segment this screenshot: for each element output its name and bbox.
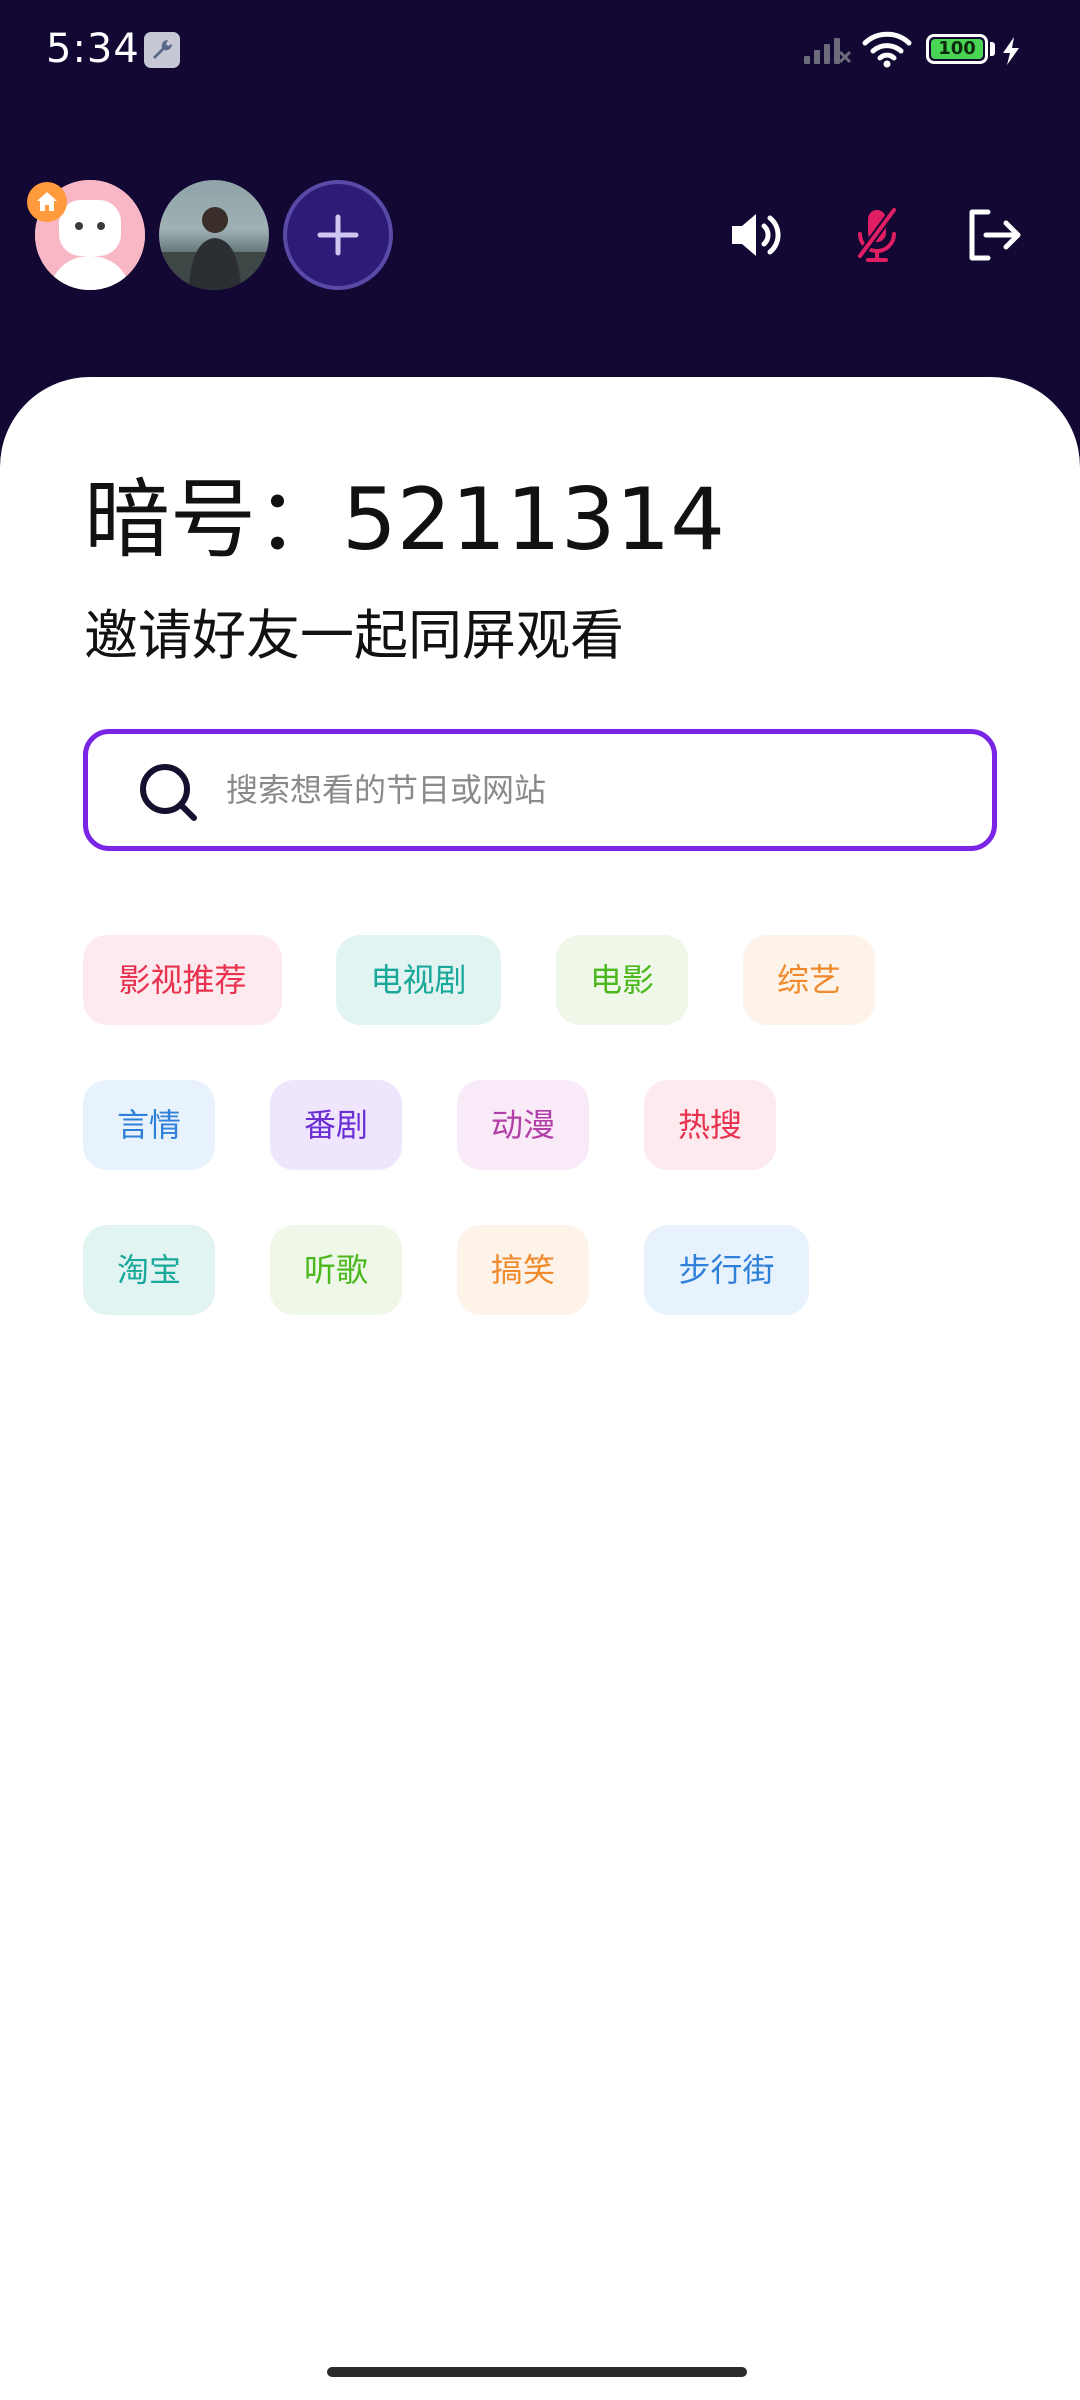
search-input[interactable] xyxy=(226,762,926,818)
battery-nub xyxy=(990,42,995,56)
plus-icon xyxy=(317,214,359,256)
room-code-label: 暗号： xyxy=(84,470,342,570)
room-code-value: 5211314 xyxy=(342,470,726,570)
status-bar: 5:34 100 xyxy=(0,0,1080,100)
room-screen: 5:34 100 暗号：5211314 邀请好友一起同屏观看 搜索想看的节目或网… xyxy=(0,0,1080,2400)
tag-chip[interactable]: 步行街 xyxy=(644,1225,809,1315)
tag-chip[interactable]: 动漫 xyxy=(457,1080,589,1170)
tag-chip[interactable]: 番剧 xyxy=(270,1080,402,1170)
tag-chip[interactable]: 听歌 xyxy=(270,1225,402,1315)
wifi-icon xyxy=(862,31,912,68)
tag-chip[interactable]: 综艺 xyxy=(743,935,875,1025)
invite-text: 邀请好友一起同屏观看 xyxy=(84,604,624,667)
room-code: 暗号：5211314 xyxy=(84,470,725,570)
member-avatar[interactable] xyxy=(159,180,269,290)
tag-chip[interactable]: 电视剧 xyxy=(336,935,501,1025)
mic-muted-icon[interactable] xyxy=(846,204,908,266)
content-panel xyxy=(0,377,1080,2400)
status-time: 5:34 xyxy=(46,26,140,72)
search-icon xyxy=(140,764,197,821)
home-badge-icon xyxy=(27,182,67,222)
tag-chip[interactable]: 电影 xyxy=(556,935,688,1025)
wrench-icon xyxy=(144,32,180,68)
tag-chip[interactable]: 言情 xyxy=(83,1080,215,1170)
exit-icon[interactable] xyxy=(962,204,1024,266)
tag-chip[interactable]: 热搜 xyxy=(644,1080,776,1170)
tag-chip[interactable]: 影视推荐 xyxy=(83,935,282,1025)
cellular-signal-icon xyxy=(804,38,852,64)
search-box[interactable] xyxy=(83,729,997,851)
tag-chip[interactable]: 搞笑 xyxy=(457,1225,589,1315)
speaker-icon[interactable] xyxy=(726,204,788,266)
battery-icon: 100 xyxy=(926,34,988,64)
battery-level: 100 xyxy=(931,39,983,59)
home-indicator[interactable] xyxy=(327,2367,747,2377)
add-member-button[interactable] xyxy=(283,180,393,290)
charging-bolt-icon xyxy=(1003,37,1019,65)
tag-chip[interactable]: 淘宝 xyxy=(83,1225,215,1315)
